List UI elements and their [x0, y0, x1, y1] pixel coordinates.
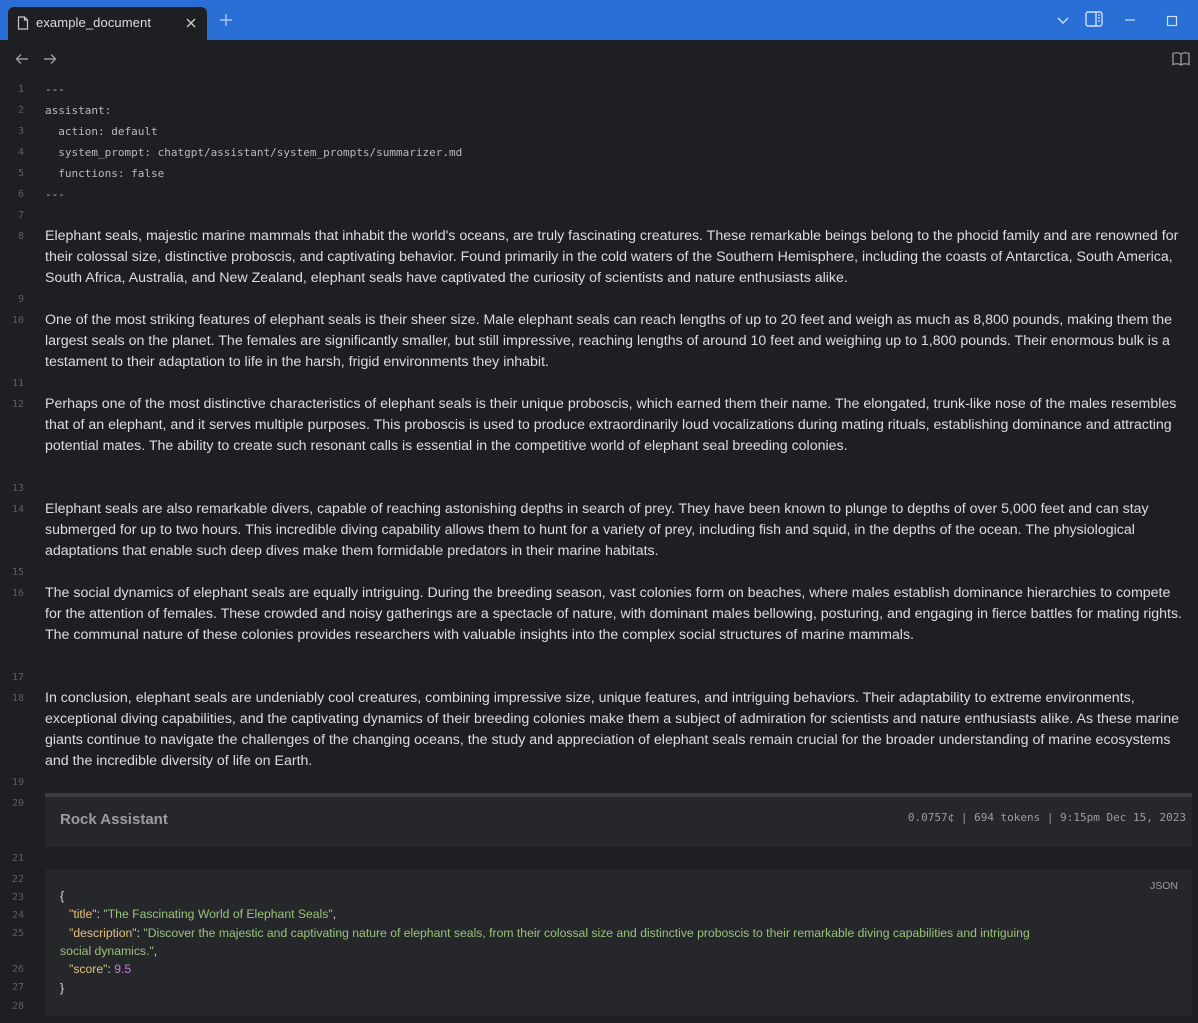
line-number: 10 — [11, 315, 24, 326]
frontmatter-line: functions: false — [45, 167, 165, 180]
line-number: 26 — [11, 964, 24, 975]
line-number: 17 — [11, 672, 24, 683]
line-number: 4 — [17, 147, 24, 158]
maximize-icon[interactable] — [1166, 14, 1178, 32]
line-number: 25 — [11, 928, 24, 939]
title-bar: example_document — [0, 0, 1198, 40]
line-number: 15 — [11, 567, 24, 578]
assistant-name: Rock Assistant — [60, 811, 168, 828]
json-string: "The Fascinating World of Elephant Seals… — [103, 907, 333, 921]
line-number: 7 — [17, 210, 24, 221]
line-number: 12 — [11, 399, 24, 410]
document-icon — [17, 16, 29, 35]
json-code-block[interactable]: JSON { "title": "The Fascinating World o… — [45, 869, 1192, 1016]
response-metadata: 0.0757¢ | 694 tokens | 9:15pm Dec 15, 20… — [907, 811, 1186, 824]
minimize-icon[interactable] — [1124, 13, 1136, 32]
arrow-left-icon[interactable] — [15, 52, 29, 71]
json-line: "score": 9.5 — [69, 960, 131, 978]
frontmatter-line: system_prompt: chatgpt/assistant/system_… — [45, 146, 463, 159]
line-number: 23 — [11, 892, 24, 903]
line-number: 3 — [17, 126, 24, 137]
tab-title: example_document — [36, 15, 152, 30]
line-number: 20 — [11, 798, 24, 809]
json-key: "title" — [69, 907, 97, 921]
json-line: "description": "Discover the majestic an… — [69, 924, 1030, 942]
line-number: 14 — [11, 504, 24, 515]
json-line: { — [60, 887, 64, 905]
paragraph: Perhaps one of the most distinctive char… — [45, 396, 1177, 454]
json-line: social dynamics.", — [60, 942, 157, 960]
line-number: 22 — [11, 874, 24, 885]
json-number: 9.5 — [114, 962, 132, 976]
frontmatter-line: --- — [45, 188, 65, 201]
chevron-down-icon[interactable] — [1056, 13, 1070, 32]
paragraph: Elephant seals are also remarkable diver… — [45, 501, 1149, 559]
line-number: 1 — [17, 84, 24, 95]
paragraph: In conclusion, elephant seals are undeni… — [45, 690, 1180, 769]
line-number: 11 — [11, 378, 24, 389]
json-key: "score" — [69, 962, 108, 976]
line-number: 6 — [17, 189, 24, 200]
code-language-label: JSON — [1149, 880, 1178, 892]
json-brace: } — [60, 981, 65, 995]
arrow-right-icon[interactable] — [43, 52, 57, 71]
frontmatter-line: assistant: — [45, 104, 112, 117]
json-line: } — [60, 979, 64, 997]
paragraph: One of the most striking features of ele… — [45, 312, 1172, 370]
json-key: "description" — [69, 926, 137, 940]
line-number: 16 — [11, 588, 24, 599]
paragraph: Elephant seals, majestic marine mammals … — [45, 228, 1179, 286]
json-string: "Discover the majestic and captivating n… — [143, 926, 1030, 940]
line-number: 18 — [11, 693, 24, 704]
line-number: 13 — [11, 483, 24, 494]
close-icon[interactable] — [185, 16, 197, 34]
line-number: 21 — [11, 853, 24, 864]
assistant-response-header: Rock Assistant 0.0757¢ | 694 tokens | 9:… — [45, 793, 1192, 847]
line-number: 24 — [11, 910, 24, 921]
frontmatter-line: --- — [45, 83, 65, 96]
line-number: 2 — [17, 105, 24, 116]
line-number: 9 — [17, 294, 24, 305]
line-number: 27 — [11, 982, 24, 993]
tab-example-document[interactable]: example_document — [8, 7, 207, 40]
line-number: 5 — [17, 168, 24, 179]
json-string: social dynamics." — [60, 944, 154, 958]
sidebar-toggle-icon[interactable] — [1085, 11, 1103, 32]
frontmatter-line: action: default — [45, 125, 158, 138]
json-line: "title": "The Fascinating World of Eleph… — [69, 905, 336, 923]
line-number: 19 — [11, 777, 24, 788]
json-comma: , — [153, 944, 158, 958]
line-number: 28 — [11, 1001, 24, 1012]
book-open-icon[interactable] — [1172, 51, 1190, 72]
new-tab-plus-icon[interactable] — [219, 13, 233, 32]
paragraph: The social dynamics of elephant seals ar… — [45, 585, 1182, 643]
line-number: 8 — [17, 231, 24, 242]
json-comma: , — [332, 907, 337, 921]
json-brace: { — [60, 889, 65, 903]
